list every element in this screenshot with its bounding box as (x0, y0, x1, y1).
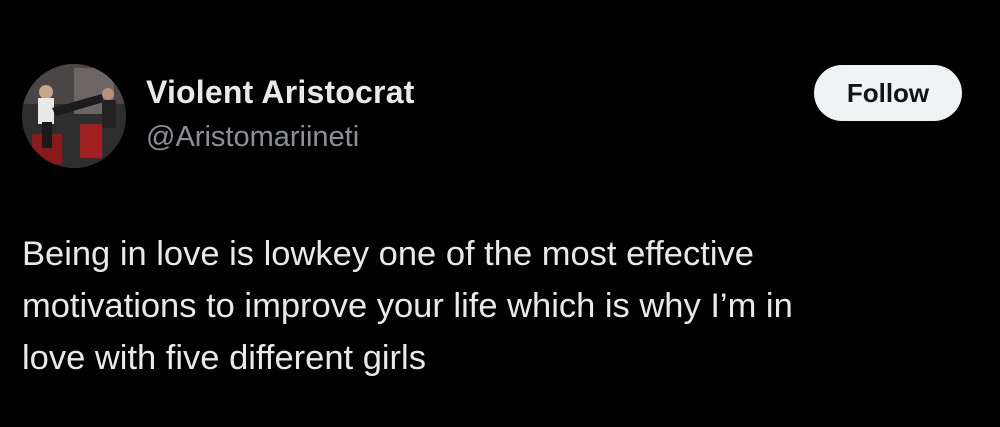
user-handle[interactable]: @Aristomariineti (146, 121, 359, 154)
follow-button[interactable]: Follow (814, 65, 962, 121)
avatar[interactable] (22, 64, 126, 168)
tweet-text-line: love with five different girls (22, 339, 426, 377)
profile-photo-icon (22, 64, 126, 168)
tweet-text-line: motivations to improve your life which i… (22, 287, 793, 325)
tweet-card: Violent Aristocrat @Aristomariineti Foll… (0, 0, 1000, 427)
tweet-text-line: Being in love is lowkey one of the most … (22, 235, 754, 273)
tweet-text: Being in love is lowkey one of the most … (22, 228, 982, 384)
display-name[interactable]: Violent Aristocrat (146, 74, 415, 111)
